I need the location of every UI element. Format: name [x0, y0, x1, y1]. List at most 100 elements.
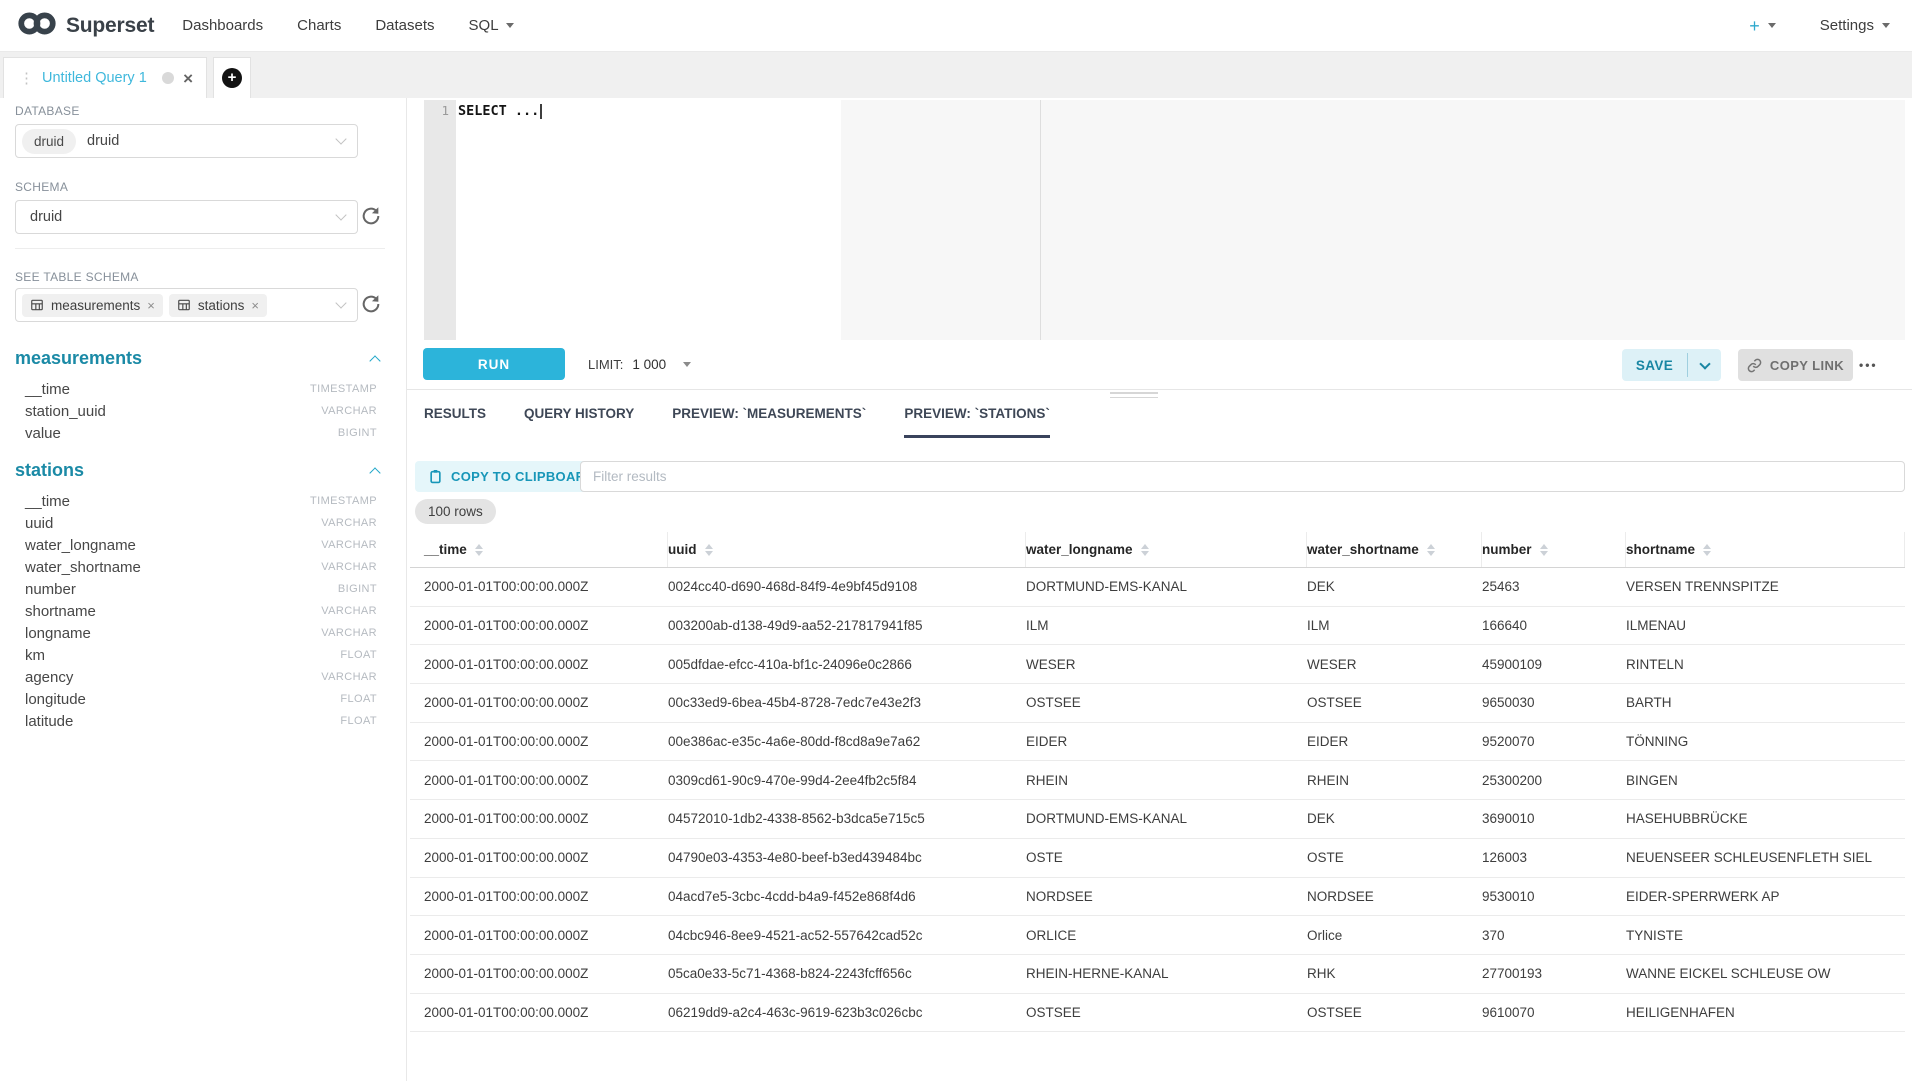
- save-options-button[interactable]: [1688, 349, 1721, 381]
- cell-water-longname: RHEIN: [1026, 773, 1307, 788]
- sort-icon[interactable]: [475, 544, 483, 556]
- add-query-tab-button[interactable]: +: [213, 57, 251, 98]
- brand-name: Superset: [66, 14, 154, 38]
- cell-number: 9520070: [1482, 734, 1626, 749]
- column-type: VARCHAR: [321, 517, 377, 529]
- close-icon[interactable]: ×: [183, 70, 193, 87]
- column-name: km: [25, 647, 45, 664]
- column-header[interactable]: shortname: [1626, 532, 1905, 567]
- drag-grip-icon[interactable]: ⋮: [19, 71, 33, 86]
- cell-uuid: 0024cc40-d690-468d-84f9-4e9bf45d9108: [668, 579, 1026, 594]
- cell-uuid: 04cbc946-8ee9-4521-ac52-557642cad52c: [668, 928, 1026, 943]
- limit-label: LIMIT:: [588, 357, 623, 372]
- editor-overflow-shade: [841, 100, 1905, 340]
- table-row[interactable]: 2000-01-01T00:00:00.000Z 005dfdae-efcc-4…: [410, 645, 1905, 684]
- column-header-label: uuid: [668, 542, 697, 557]
- remove-chip-icon[interactable]: ×: [147, 299, 155, 312]
- table-row[interactable]: 2000-01-01T00:00:00.000Z 04790e03-4353-4…: [410, 839, 1905, 878]
- superset-brand[interactable]: Superset: [16, 10, 154, 42]
- sql-editor[interactable]: 1 SELECT ...: [417, 100, 1905, 340]
- column-header-label: water_longname: [1026, 542, 1133, 557]
- refresh-schema-icon[interactable]: [360, 205, 384, 229]
- more-options-button[interactable]: •••: [1859, 349, 1878, 381]
- cell-water-longname: EIDER: [1026, 734, 1307, 749]
- pane-resize-handle[interactable]: [1110, 392, 1158, 401]
- column-header[interactable]: uuid: [668, 532, 1026, 567]
- table-row[interactable]: 2000-01-01T00:00:00.000Z 04acd7e5-3cbc-4…: [410, 878, 1905, 917]
- cell-shortname: EIDER-SPERRWERK AP: [1626, 889, 1905, 904]
- nav-item[interactable]: Datasets: [375, 17, 434, 34]
- column-header[interactable]: water_longname: [1026, 532, 1307, 567]
- limit-dropdown[interactable]: LIMIT: 1 000: [588, 348, 691, 380]
- chevron-down-icon: [335, 297, 346, 308]
- sort-icon[interactable]: [1427, 544, 1435, 556]
- refresh-tables-icon[interactable]: [360, 293, 384, 317]
- chevron-up-icon[interactable]: [369, 467, 380, 478]
- nav-item[interactable]: Dashboards: [182, 17, 263, 34]
- clipboard-icon: [429, 469, 442, 484]
- table-chip[interactable]: stations ×: [169, 294, 267, 317]
- table-row[interactable]: 2000-01-01T00:00:00.000Z 0309cd61-90c9-4…: [410, 761, 1905, 800]
- table-chip-label: measurements: [51, 298, 140, 313]
- result-tab[interactable]: PREVIEW: `STATIONS`: [904, 406, 1050, 438]
- text-cursor: [540, 104, 542, 119]
- remove-chip-icon[interactable]: ×: [251, 299, 259, 312]
- table-row[interactable]: 2000-01-01T00:00:00.000Z 04572010-1db2-4…: [410, 800, 1905, 839]
- plus-icon: +: [1749, 17, 1760, 35]
- schema-select[interactable]: druid: [15, 200, 358, 234]
- sort-icon[interactable]: [1703, 544, 1711, 556]
- filter-results-input[interactable]: [580, 461, 1905, 492]
- sort-icon[interactable]: [1141, 544, 1149, 556]
- cell-water-shortname: RHK: [1307, 966, 1482, 981]
- chevron-down-icon: [1699, 358, 1710, 369]
- schema-column-row: uuid VARCHAR: [15, 512, 387, 534]
- cell-water-shortname: ILM: [1307, 618, 1482, 633]
- schema-column-row: value BIGINT: [15, 422, 387, 444]
- see-table-schema-label: SEE TABLE SCHEMA: [15, 270, 139, 284]
- result-tab[interactable]: PREVIEW: `MEASUREMENTS`: [672, 406, 866, 438]
- sort-icon[interactable]: [1540, 544, 1548, 556]
- table-row[interactable]: 2000-01-01T00:00:00.000Z 00c33ed9-6bea-4…: [410, 684, 1905, 723]
- cell-time: 2000-01-01T00:00:00.000Z: [424, 579, 668, 594]
- table-row[interactable]: 2000-01-01T00:00:00.000Z 05ca0e33-5c71-4…: [410, 955, 1905, 994]
- editor-print-margin: [1040, 100, 1041, 340]
- column-header[interactable]: water_shortname: [1307, 532, 1482, 567]
- sql-code-line[interactable]: SELECT ...: [458, 103, 542, 119]
- cell-water-shortname: DEK: [1307, 579, 1482, 594]
- column-type: FLOAT: [340, 649, 377, 661]
- table-row[interactable]: 2000-01-01T00:00:00.000Z 0024cc40-d690-4…: [410, 568, 1905, 607]
- result-tab[interactable]: QUERY HISTORY: [524, 406, 634, 438]
- measurements-heading-row[interactable]: measurements: [15, 348, 387, 369]
- save-button[interactable]: SAVE: [1622, 349, 1687, 381]
- table-chip[interactable]: measurements ×: [22, 294, 163, 317]
- column-name: shortname: [25, 603, 96, 620]
- column-header-label: __time: [424, 542, 467, 557]
- column-header[interactable]: number: [1482, 532, 1626, 567]
- editor-toolbar: RUN LIMIT: 1 000 SAVE COPY LINK •••: [407, 340, 1912, 390]
- cell-time: 2000-01-01T00:00:00.000Z: [424, 773, 668, 788]
- settings-menu[interactable]: Settings: [1820, 17, 1890, 34]
- copy-link-button[interactable]: COPY LINK: [1738, 349, 1853, 381]
- schema-column-row: longname VARCHAR: [15, 622, 387, 644]
- cell-water-shortname: NORDSEE: [1307, 889, 1482, 904]
- database-select[interactable]: druid druid: [15, 124, 358, 158]
- new-item-menu[interactable]: +: [1749, 17, 1776, 35]
- table-row[interactable]: 2000-01-01T00:00:00.000Z 06219dd9-a2c4-4…: [410, 994, 1905, 1033]
- table-row[interactable]: 2000-01-01T00:00:00.000Z 003200ab-d138-4…: [410, 607, 1905, 646]
- stations-schema-section: stations __time TIMESTAMP uuid VARCHAR w…: [15, 460, 387, 732]
- run-button[interactable]: RUN: [423, 348, 565, 380]
- chevron-up-icon[interactable]: [369, 355, 380, 366]
- cell-uuid: 005dfdae-efcc-410a-bf1c-24096e0c2866: [668, 657, 1026, 672]
- table-row[interactable]: 2000-01-01T00:00:00.000Z 00e386ac-e35c-4…: [410, 723, 1905, 762]
- column-header[interactable]: __time: [424, 532, 668, 567]
- nav-item[interactable]: Charts: [297, 17, 341, 34]
- stations-heading-row[interactable]: stations: [15, 460, 387, 481]
- table-schema-select[interactable]: measurements × stations ×: [15, 288, 358, 322]
- table-icon: [30, 298, 44, 312]
- query-tab[interactable]: ⋮ Untitled Query 1 ×: [3, 57, 207, 98]
- cell-water-longname: OSTSEE: [1026, 1005, 1307, 1020]
- sort-icon[interactable]: [705, 544, 713, 556]
- result-tab[interactable]: RESULTS: [424, 406, 486, 438]
- table-row[interactable]: 2000-01-01T00:00:00.000Z 04cbc946-8ee9-4…: [410, 916, 1905, 955]
- nav-item-sql[interactable]: SQL: [469, 17, 514, 34]
